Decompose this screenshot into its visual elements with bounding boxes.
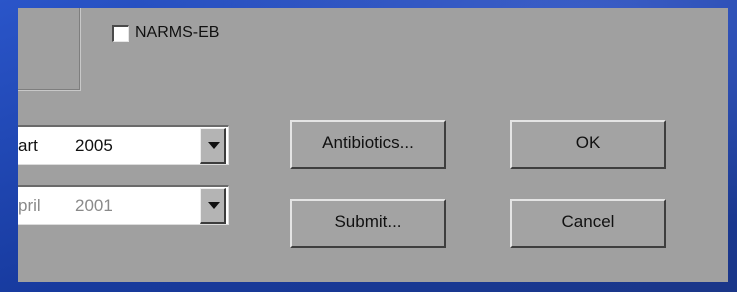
- antibiotics-button[interactable]: Antibiotics...: [290, 120, 446, 169]
- cancel-button-label: Cancel: [561, 211, 615, 231]
- chevron-down-icon[interactable]: [200, 188, 226, 224]
- ok-button-label: OK: [575, 132, 601, 152]
- group-box: [18, 8, 81, 91]
- submit-button[interactable]: Submit...: [290, 199, 446, 248]
- current-year-text: 2005: [75, 136, 113, 155]
- current-date-combo[interactable]: art 2005: [18, 125, 229, 165]
- previous-year-text: 2001: [75, 196, 113, 215]
- narms-eb-checkbox[interactable]: NARMS-EB: [112, 22, 219, 44]
- current-month-text: art: [18, 136, 38, 155]
- checkbox-label: NARMS-EB: [135, 24, 220, 41]
- checkbox-square[interactable]: [112, 24, 129, 42]
- previous-date-combo[interactable]: pril 2001: [18, 185, 229, 225]
- dialog-window: NARMS-EB art 2005 pril 2001 Antibiotics.…: [18, 8, 728, 282]
- previous-month-text: pril: [18, 196, 41, 215]
- submit-button-label: Submit...: [334, 211, 402, 231]
- chevron-down-icon[interactable]: [200, 128, 226, 164]
- antibiotics-button-label: Antibiotics...: [322, 132, 414, 152]
- cancel-button[interactable]: Cancel: [510, 199, 666, 248]
- ok-button[interactable]: OK: [510, 120, 666, 169]
